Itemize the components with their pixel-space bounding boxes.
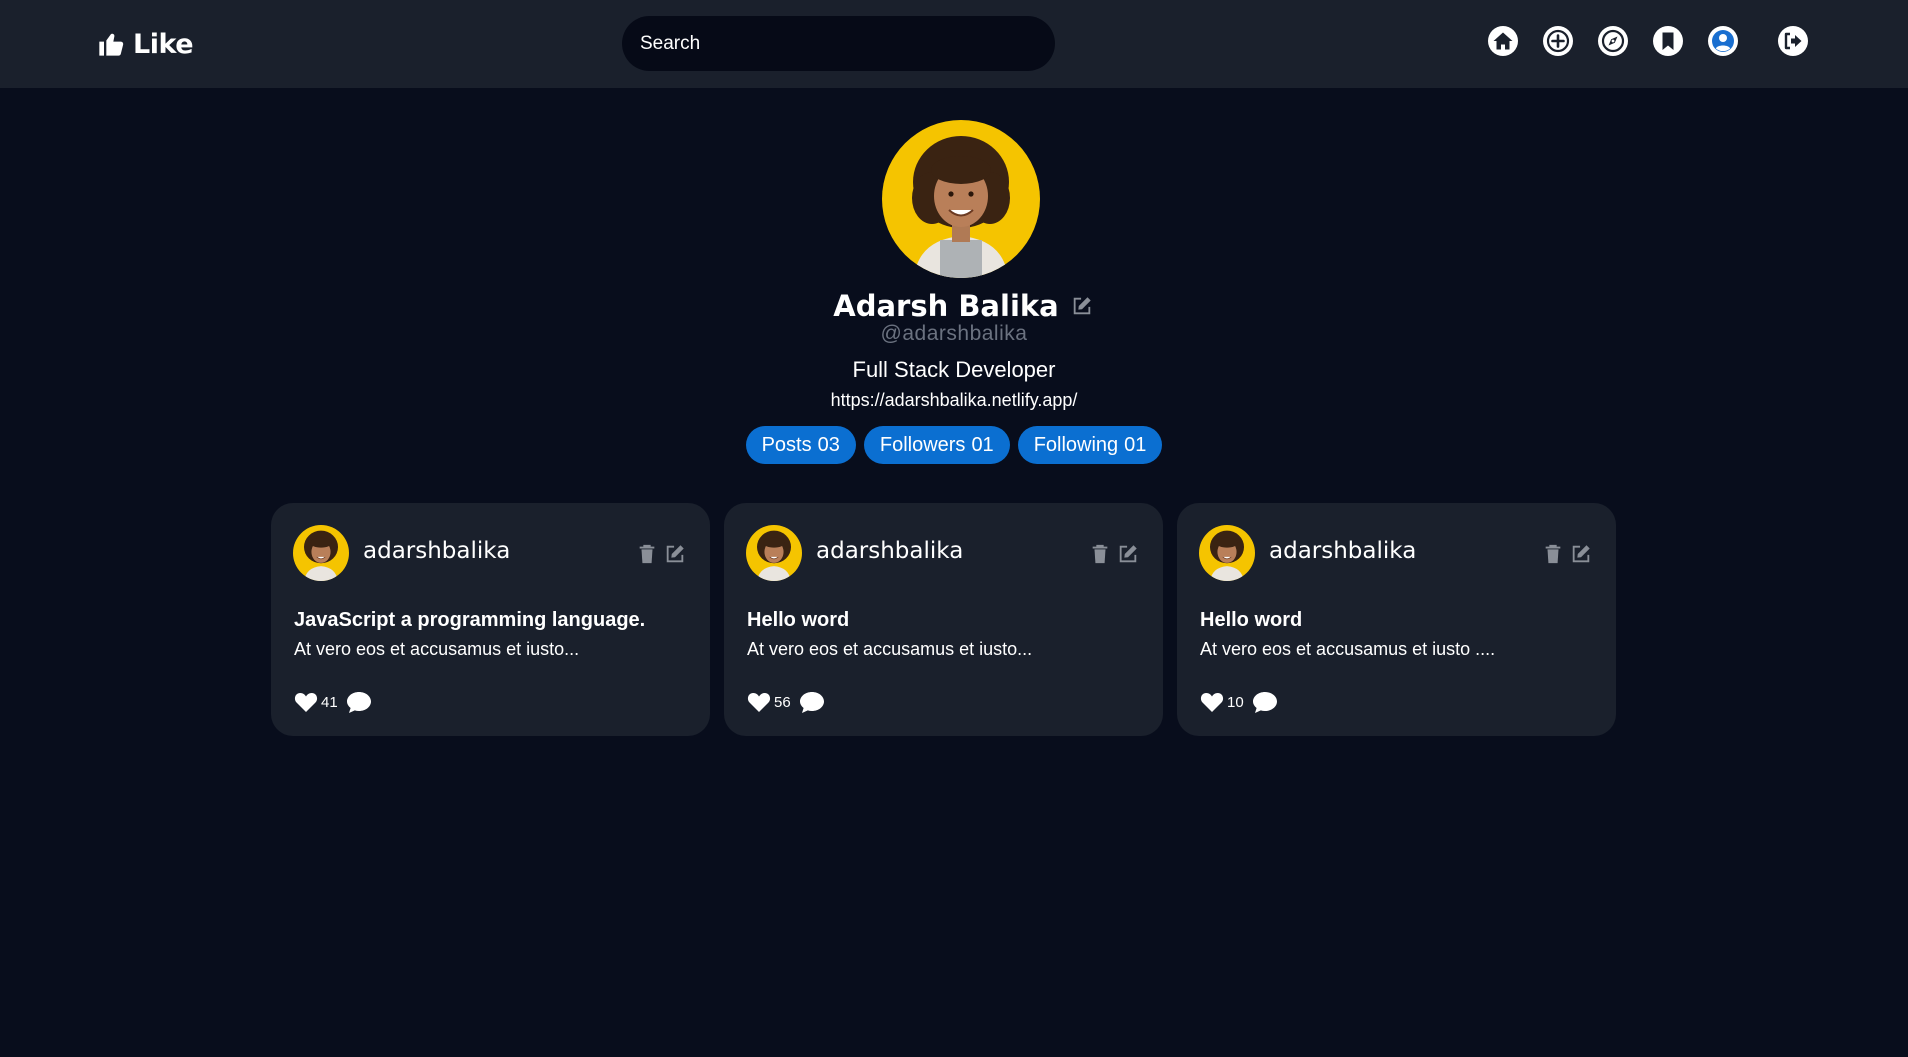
edit-icon[interactable] — [1117, 543, 1139, 565]
profile-header: Adarsh Balika @adarshbalika Full Stack D… — [0, 88, 1908, 488]
post-author-avatar[interactable] — [1199, 525, 1255, 581]
home-icon[interactable] — [1487, 25, 1519, 57]
brand-name: Like — [133, 28, 194, 60]
post-card[interactable]: adarshbalika JavaScript a programming la… — [271, 503, 710, 736]
avatar-image — [882, 120, 1040, 278]
avatar-image — [1199, 525, 1255, 581]
heart-icon[interactable] — [294, 691, 318, 713]
profile-handle: @adarshbalika — [880, 322, 1028, 345]
delete-icon[interactable] — [636, 543, 658, 565]
explore-icon[interactable] — [1597, 25, 1629, 57]
post-actions: 56 — [747, 687, 825, 717]
post-author-avatar[interactable] — [746, 525, 802, 581]
post-username[interactable]: adarshbalika — [363, 538, 510, 564]
stat-label: Following — [1033, 433, 1119, 456]
comment-icon[interactable] — [799, 690, 825, 714]
avatar-image — [746, 525, 802, 581]
posts-count-button[interactable]: Posts 03 — [745, 426, 856, 464]
post-title: Hello word — [747, 609, 850, 631]
profile-name: Adarsh Balika — [833, 289, 1059, 323]
post-excerpt: At vero eos et accusamus et iusto... — [294, 639, 580, 659]
post-actions: 10 — [1200, 687, 1278, 717]
post-author-avatar[interactable] — [293, 525, 349, 581]
heart-icon[interactable] — [1200, 691, 1224, 713]
avatar-image — [293, 525, 349, 581]
like-count: 56 — [774, 693, 791, 711]
avatar — [882, 120, 1040, 278]
name-row: Adarsh Balika — [0, 286, 1908, 326]
post-card[interactable]: adarshbalika Hello word At vero eos et a… — [724, 503, 1163, 736]
profile-stats: Posts 03 Followers 01 Following 01 — [0, 426, 1908, 464]
thumbs-up-icon — [99, 33, 124, 56]
like-count: 10 — [1227, 693, 1244, 711]
heart-icon[interactable] — [747, 691, 771, 713]
post-username[interactable]: adarshbalika — [816, 538, 963, 564]
following-count-button[interactable]: Following 01 — [1017, 426, 1163, 464]
post-excerpt: At vero eos et accusamus et iusto... — [747, 639, 1033, 659]
post-title: JavaScript a programming language. — [294, 609, 646, 631]
profile-website-link[interactable]: https://adarshbalika.netlify.app/ — [0, 390, 1908, 411]
stat-value: 01 — [1124, 433, 1147, 456]
profile-icon[interactable] — [1707, 25, 1739, 57]
comment-icon[interactable] — [346, 690, 372, 714]
comment-icon[interactable] — [1252, 690, 1278, 714]
like-count: 41 — [321, 693, 338, 711]
post-actions: 41 — [294, 687, 372, 717]
profile-bio: Full Stack Developer — [852, 357, 1056, 382]
navbar: Like — [0, 0, 1908, 88]
stat-value: 03 — [817, 433, 840, 456]
edit-profile-icon[interactable] — [1071, 295, 1093, 317]
post-grid: adarshbalika JavaScript a programming la… — [0, 503, 1908, 737]
followers-count-button[interactable]: Followers 01 — [863, 426, 1010, 464]
edit-icon[interactable] — [664, 543, 686, 565]
add-post-icon[interactable] — [1542, 25, 1574, 57]
post-excerpt: At vero eos et accusamus et iusto .... — [1200, 639, 1496, 659]
brand-logo[interactable]: Like — [97, 27, 194, 61]
stat-label: Followers — [879, 433, 966, 456]
bookmark-icon[interactable] — [1652, 25, 1684, 57]
delete-icon[interactable] — [1542, 543, 1564, 565]
edit-icon[interactable] — [1570, 543, 1592, 565]
post-username[interactable]: adarshbalika — [1269, 538, 1416, 564]
search-input[interactable] — [622, 16, 1055, 71]
post-card[interactable]: adarshbalika Hello word At vero eos et a… — [1177, 503, 1616, 736]
delete-icon[interactable] — [1089, 543, 1111, 565]
stat-value: 01 — [971, 433, 994, 456]
logout-icon[interactable] — [1777, 25, 1809, 57]
stat-label: Posts — [761, 433, 812, 456]
post-title: Hello word — [1200, 609, 1303, 631]
